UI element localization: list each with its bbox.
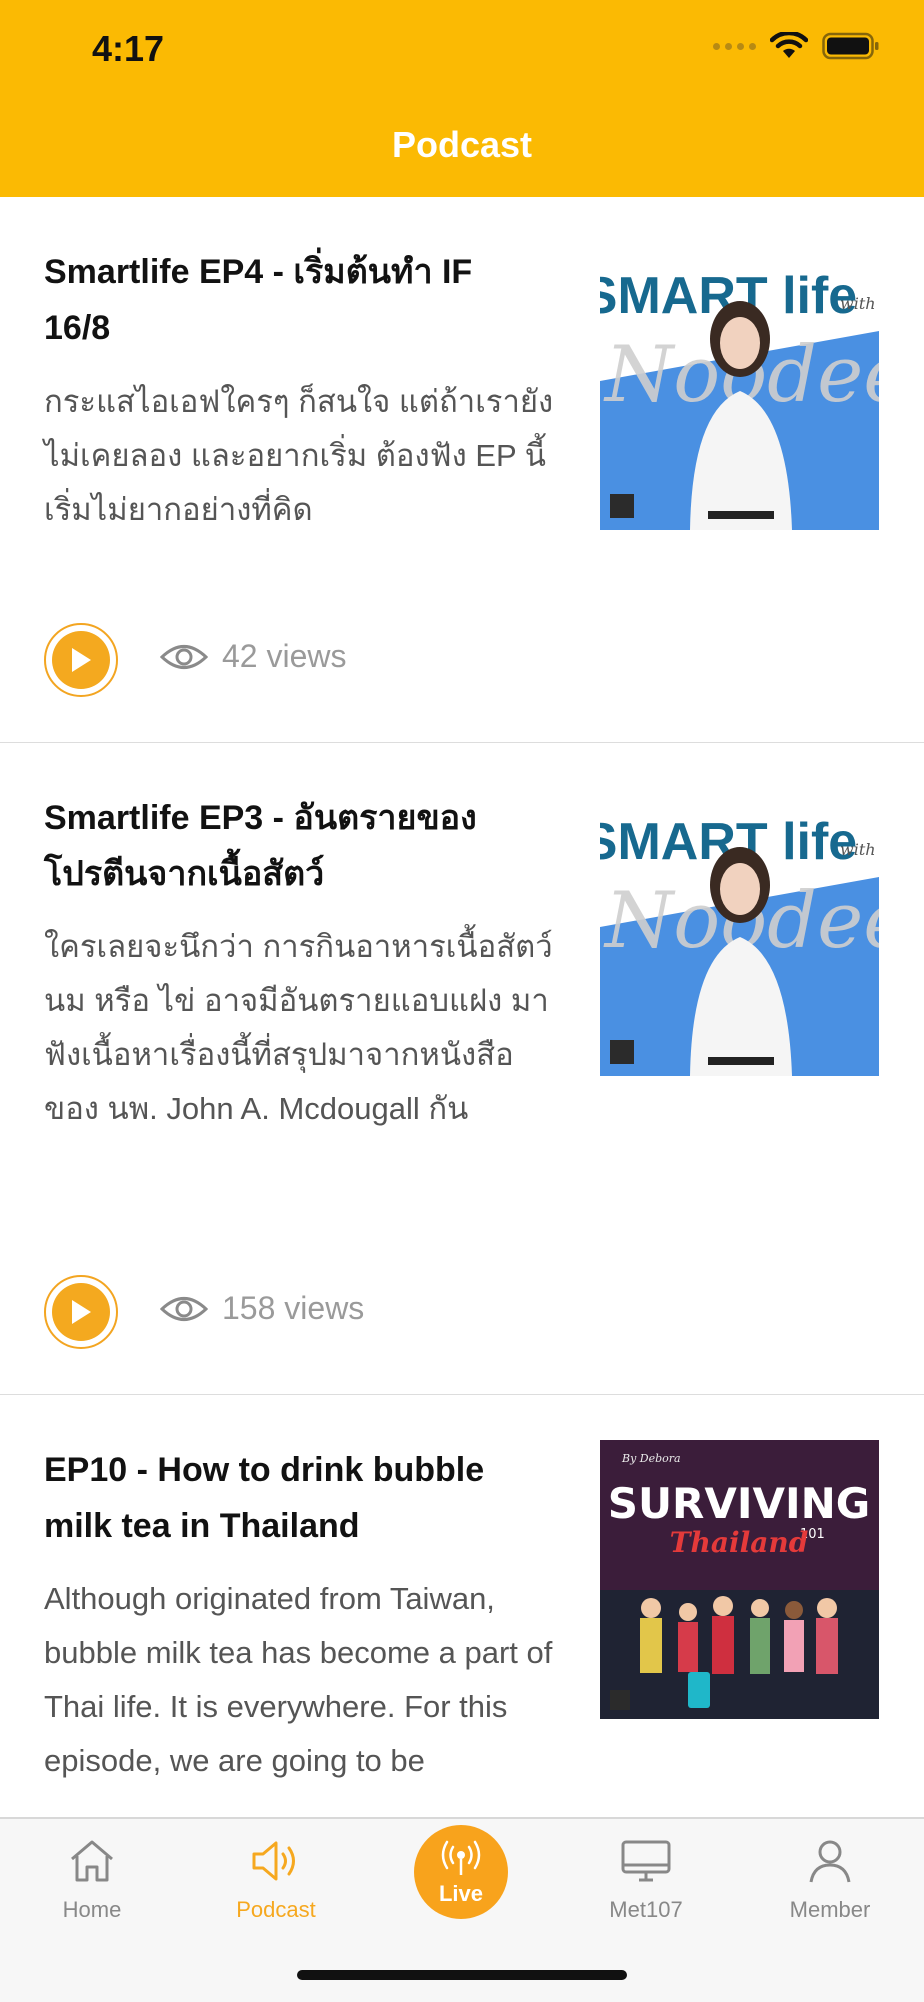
episode-item[interactable]: Smartlife EP4 - เริ่มต้นทำ IF 16/8 กระแส…: [0, 197, 924, 743]
eye-icon: [160, 1296, 208, 1321]
smartlife-cover-image: SMART life with Noodee: [600, 251, 879, 530]
person-icon: [809, 1840, 851, 1883]
surviving-thailand-cover-image: By Debora SURVIVING 101 Thailand: [600, 1440, 879, 1719]
episode-item[interactable]: Smartlife EP3 - อันตรายของโปรตีนจากเนื้อ…: [0, 743, 924, 1395]
smartlife-cover-image: SMART life with Noodee: [600, 797, 879, 1076]
episode-description: Although originated from Taiwan, bubble …: [44, 1581, 553, 1778]
app-header: 4:17 Podcast: [0, 0, 924, 197]
home-indicator[interactable]: [297, 1970, 627, 1980]
podcast-feed[interactable]: Smartlife EP4 - เริ่มต้นทำ IF 16/8 กระแส…: [0, 197, 924, 1817]
monitor-icon: [621, 1840, 671, 1882]
broadcast-icon: [441, 1840, 481, 1875]
episode-item[interactable]: EP10 - How to drink bubble milk tea in T…: [0, 1395, 924, 1817]
svg-text:with: with: [840, 840, 876, 859]
episode-thumbnail[interactable]: By Debora SURVIVING 101 Thailand: [600, 1440, 879, 1719]
cellular-signal-icon: [713, 42, 756, 50]
views-label: 158 views: [222, 1290, 365, 1326]
episode-title[interactable]: Smartlife EP3 - อันตรายของโปรตีนจากเนื้อ…: [44, 790, 544, 902]
svg-text:SURVIVING: SURVIVING: [608, 1479, 871, 1528]
episode-title[interactable]: Smartlife EP4 - เริ่มต้นทำ IF 16/8: [44, 244, 544, 356]
wifi-icon: [770, 32, 808, 58]
page-title: Podcast: [391, 124, 533, 165]
tab-podcast[interactable]: Podcast: [196, 1839, 356, 1923]
episode-title[interactable]: EP10 - How to drink bubble milk tea in T…: [44, 1442, 544, 1554]
tab-label: Member: [789, 1897, 871, 1922]
episode-thumbnail[interactable]: SMART life with Noodee: [600, 797, 879, 1076]
svg-text:with: with: [840, 294, 876, 313]
battery-icon: [822, 32, 879, 60]
tab-label: Podcast: [236, 1897, 316, 1922]
play-icon: [72, 1300, 91, 1324]
eye-icon: [160, 644, 208, 669]
speaker-icon: [252, 1841, 295, 1881]
view-count: 158 views: [160, 1290, 364, 1327]
play-button[interactable]: [44, 623, 118, 697]
play-icon: [72, 648, 91, 672]
episode-description: กระแสไอเอฟใครๆ ก็สนใจ แต่ถ้าเรายังไม่เคย…: [44, 384, 554, 527]
tab-met107[interactable]: Met107: [566, 1839, 726, 1923]
home-icon: [71, 1840, 113, 1882]
play-button[interactable]: [44, 1275, 118, 1349]
views-label: 42 views: [222, 638, 347, 674]
svg-text:By Debora: By Debora: [621, 1452, 681, 1465]
tab-label: Met107: [609, 1897, 683, 1922]
view-count: 42 views: [160, 638, 347, 675]
tab-live[interactable]: Live: [414, 1825, 508, 1919]
tab-home[interactable]: Home: [12, 1839, 172, 1923]
tab-member[interactable]: Member: [750, 1839, 910, 1923]
episode-thumbnail[interactable]: SMART life with Noodee: [600, 251, 879, 530]
svg-text:Thailand: Thailand: [670, 1526, 809, 1559]
status-time: 4:17: [92, 28, 165, 69]
tab-label: Home: [62, 1897, 122, 1922]
status-icons: [713, 32, 880, 60]
tab-label: Live: [438, 1881, 484, 1906]
episode-description: ใครเลยจะนึกว่า การกินอาหารเนื้อสัตว์ นม …: [44, 929, 553, 1126]
